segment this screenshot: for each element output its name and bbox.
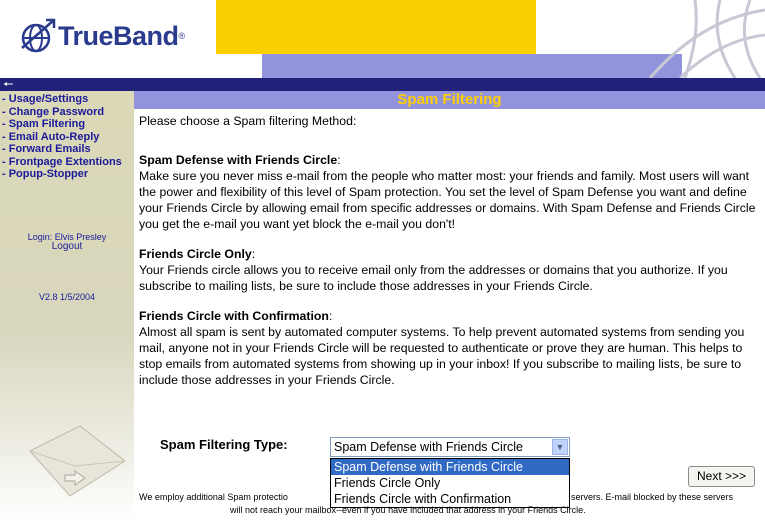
dropdown-option-friends-only[interactable]: Friends Circle Only (331, 475, 569, 491)
header: TrueBand ® (0, 0, 765, 78)
section-friends-confirmation: Friends Circle with Confirmation: (139, 308, 765, 324)
globe-graphic (648, 0, 765, 78)
section-colon: : (328, 309, 333, 323)
version-label: V2.8 1/5/2004 (38, 292, 96, 302)
sidebar-link-popup-stopper[interactable]: - Popup-Stopper (0, 168, 134, 181)
footer-note-right: servers. E-mail blocked by these servers (571, 492, 734, 502)
chevron-down-icon[interactable]: ▼ (552, 439, 568, 455)
registered-mark: ® (178, 31, 186, 41)
footer-note-left: We employ additional Spam protectio (139, 492, 288, 502)
select-value: Spam Defense with Friends Circle (334, 440, 523, 454)
section-colon: : (251, 247, 256, 261)
intro-text: Please choose a Spam filtering Method: (139, 114, 357, 128)
sidebar-link-email-auto-reply[interactable]: - Email Auto-Reply (0, 131, 134, 144)
sidebar: - Usage/Settings - Change Password - Spa… (0, 91, 134, 520)
sidebar-link-frontpage-extentions[interactable]: - Frontpage Extentions (0, 156, 134, 169)
main-content: Please choose a Spam filtering Method: S… (139, 113, 765, 388)
section-friends-only: Friends Circle Only: (139, 246, 765, 262)
nav-strip (0, 78, 765, 91)
sidebar-link-change-password[interactable]: - Change Password (0, 106, 134, 119)
section-body: Make sure you never miss e-mail from the… (139, 169, 756, 231)
header-blue-block (262, 54, 682, 78)
spam-filter-dropdown: Spam Defense with Friends Circle Friends… (330, 458, 570, 508)
section-body: Almost all spam is sent by automated com… (139, 325, 745, 387)
section-colon: : (337, 153, 341, 167)
globe-logo-icon (21, 18, 56, 53)
section-body: Your Friends circle allows you to receiv… (139, 263, 728, 293)
page-title: Spam Filtering (397, 91, 502, 108)
brand-name: TrueBand (58, 20, 179, 51)
spam-filter-type-select[interactable]: Spam Defense with Friends Circle ▼ (330, 437, 570, 457)
sidebar-link-usage-settings[interactable]: - Usage/Settings (0, 93, 134, 106)
section-spam-defense: Spam Defense with Friends Circle: (139, 152, 765, 168)
sidebar-link-forward-emails[interactable]: - Forward Emails (0, 143, 134, 156)
section-title: Spam Defense with Friends Circle (139, 153, 338, 167)
header-yellow-block (216, 0, 536, 54)
logout-link[interactable]: Logout (0, 242, 134, 252)
section-title: Friends Circle Only (139, 247, 252, 261)
section-title: Friends Circle with Confirmation (139, 309, 329, 323)
sidebar-links: - Usage/Settings - Change Password - Spa… (0, 91, 134, 181)
footer-note-line2: will not reach your mailbox--even if you… (230, 505, 586, 515)
next-button[interactable]: Next >>> (688, 466, 755, 487)
filter-type-label: Spam Filtering Type: (160, 437, 288, 452)
sidebar-link-spam-filtering[interactable]: - Spam Filtering (0, 118, 134, 131)
dropdown-option-spam-defense[interactable]: Spam Defense with Friends Circle (331, 459, 569, 475)
envelope-graphic (29, 425, 126, 497)
trueband-logo[interactable]: TrueBand ® (20, 18, 185, 54)
back-arrow-icon[interactable]: 🠔 (3, 78, 14, 90)
login-info: Login: Elvis Presley Logout (0, 232, 134, 252)
